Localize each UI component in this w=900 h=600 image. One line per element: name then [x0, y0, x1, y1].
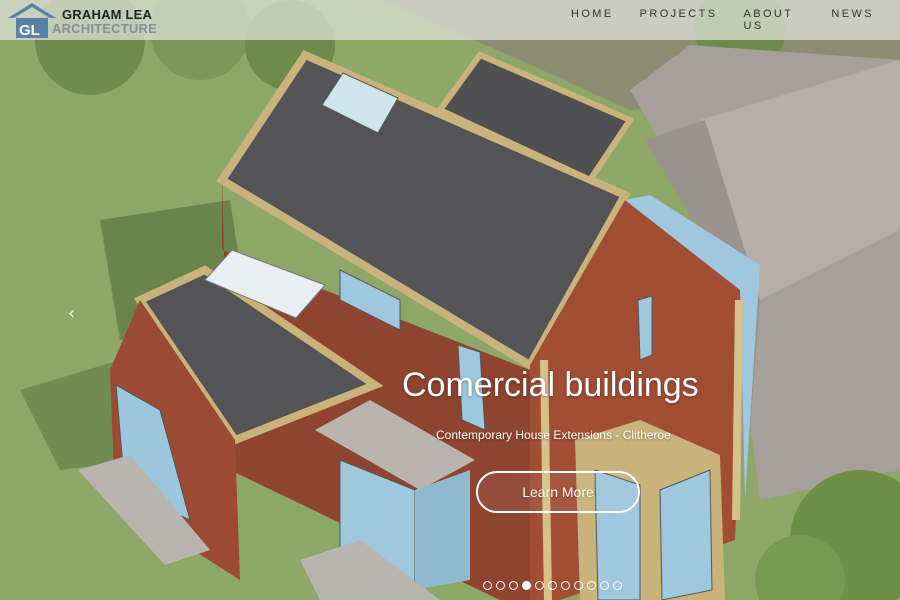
slider-dot[interactable]	[522, 581, 531, 590]
slider-dot[interactable]	[548, 581, 557, 590]
learn-more-button[interactable]: Learn More	[476, 471, 640, 513]
hero-slider	[0, 0, 900, 600]
brand-subtitle: ARCHITECTURE	[52, 21, 157, 36]
house-logo-icon: GL	[8, 3, 56, 38]
main-nav: HOME PROJECTS ABOUT US NEWS	[571, 8, 900, 32]
slider-dot[interactable]	[613, 581, 622, 590]
hero-illustration	[0, 0, 900, 600]
slider-dot[interactable]	[496, 581, 505, 590]
slider-dot[interactable]	[483, 581, 492, 590]
slider-pagination	[483, 581, 626, 590]
nav-item-news[interactable]: NEWS	[831, 8, 874, 22]
logo-initials: GL	[19, 22, 40, 38]
slider-dot[interactable]	[600, 581, 609, 590]
slider-dot[interactable]	[587, 581, 596, 590]
brand-name: GRAHAM LEA	[62, 7, 153, 22]
nav-item-projects[interactable]: PROJECTS	[640, 8, 718, 22]
nav-item-about-us[interactable]: ABOUT US	[743, 8, 805, 32]
slide-title: Comercial buildings	[402, 366, 699, 404]
brand-logo[interactable]: GL GRAHAM LEA ARCHITECTURE	[6, 2, 166, 38]
nav-item-home[interactable]: HOME	[571, 8, 614, 22]
slider-dot[interactable]	[509, 581, 518, 590]
slide-subtitle: Contemporary House Extensions - Clithero…	[436, 428, 671, 442]
slider-dot[interactable]	[574, 581, 583, 590]
top-nav-bar: GL GRAHAM LEA ARCHITECTURE HOME PROJECTS…	[0, 0, 900, 40]
slider-dot[interactable]	[535, 581, 544, 590]
chevron-left-icon[interactable]: ‹	[68, 304, 82, 324]
slider-dot[interactable]	[561, 581, 570, 590]
